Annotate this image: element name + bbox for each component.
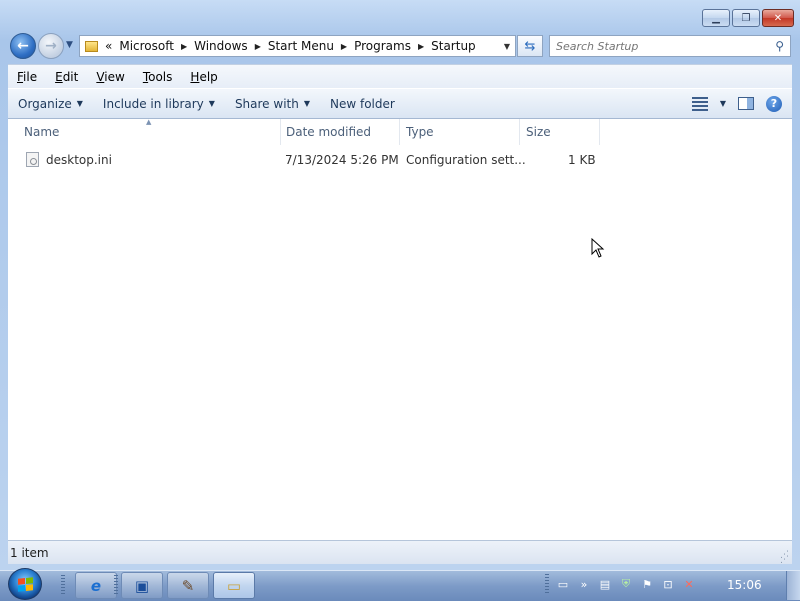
refresh-button[interactable]: ⇆: [517, 35, 543, 57]
back-button[interactable]: ←: [10, 33, 36, 59]
search-icon[interactable]: ⚲: [775, 39, 784, 53]
column-date-label: Date modified: [286, 125, 372, 139]
action-center-flag-icon[interactable]: ⚑: [640, 577, 654, 591]
breadcrumb-separator-icon[interactable]: ▶: [255, 42, 261, 51]
chevron-down-icon: ▼: [208, 99, 215, 108]
windows-logo-icon: [17, 576, 33, 592]
security-shield-icon[interactable]: ⛨: [619, 577, 633, 591]
breadcrumb-windows[interactable]: Windows: [194, 39, 248, 53]
menu-bar: File Edit View Tools Help: [8, 64, 792, 89]
organize-button[interactable]: Organize ▼: [8, 97, 93, 111]
tray-grip[interactable]: [545, 574, 549, 594]
organize-label: Organize: [18, 96, 72, 111]
taskbar-windows-explorer[interactable]: ▭: [213, 572, 255, 599]
close-button[interactable]: ✕: [762, 9, 794, 27]
column-name-label: Name: [24, 125, 60, 139]
menu-help-label: elp: [199, 70, 218, 84]
gimp-icon: ✎: [181, 576, 195, 595]
show-desktop-button[interactable]: [786, 571, 800, 600]
refresh-icon: ⇆: [524, 38, 536, 54]
breadcrumb-microsoft[interactable]: Microsoft: [119, 39, 174, 53]
help-icon[interactable]: ?: [766, 95, 782, 112]
column-header-type[interactable]: Type: [400, 119, 520, 145]
taskbar-gimp[interactable]: ✎: [167, 572, 209, 599]
taskbar-remote-desktop[interactable]: ▣: [121, 572, 163, 599]
breadcrumb-overflow[interactable]: «: [105, 39, 112, 53]
chevron-down-icon: ▼: [76, 99, 83, 108]
menu-edit-label: dit: [62, 70, 79, 84]
forward-button[interactable]: →: [38, 33, 64, 59]
include-in-library-button[interactable]: Include in library ▼: [93, 97, 225, 111]
forward-arrow-icon: →: [45, 38, 57, 54]
breadcrumb-start-menu[interactable]: Start Menu: [268, 39, 334, 53]
show-hidden-icons-icon[interactable]: »: [577, 577, 591, 591]
change-view-icon[interactable]: [691, 96, 708, 111]
file-name: desktop.ini: [46, 153, 112, 167]
taskbar-clock[interactable]: 15:06: [727, 578, 762, 592]
preview-pane-icon[interactable]: [738, 97, 754, 110]
document-icon[interactable]: ▤: [598, 577, 612, 591]
monitor-icon[interactable]: ▭: [556, 577, 570, 591]
column-header-date-modified[interactable]: Date modified: [280, 119, 400, 145]
windows-explorer-icon: ▭: [226, 576, 242, 595]
chevron-down-icon: ▼: [303, 99, 310, 108]
internet-explorer-icon: e: [90, 576, 102, 595]
address-bar[interactable]: « Microsoft ▶ Windows ▶ Start Menu ▶ Pro…: [79, 35, 516, 57]
breadcrumb-separator-icon[interactable]: ▶: [181, 42, 187, 51]
maximize-button[interactable]: ❐: [732, 9, 760, 27]
search-box[interactable]: ⚲: [549, 35, 791, 57]
menu-view[interactable]: View: [87, 70, 133, 84]
menu-help[interactable]: Help: [181, 70, 226, 84]
column-header-size[interactable]: Size: [520, 119, 600, 145]
menu-file[interactable]: File: [8, 70, 46, 84]
status-bar: 1 item: [8, 540, 792, 564]
breadcrumb-programs[interactable]: Programs: [354, 39, 411, 53]
mouse-cursor-icon: [591, 238, 605, 258]
minimize-button[interactable]: ▁: [702, 9, 730, 27]
file-size: 1 KB: [568, 153, 596, 167]
start-button[interactable]: [8, 568, 42, 600]
remote-desktop-icon: ▣: [134, 576, 150, 595]
column-type-label: Type: [406, 125, 434, 139]
recent-pages-dropdown[interactable]: ▼: [66, 40, 73, 50]
volume-muted-icon[interactable]: ✕: [682, 577, 696, 591]
new-folder-label: New folder: [330, 96, 395, 111]
share-with-label: Share with: [234, 96, 299, 111]
menu-file-label: ile: [23, 70, 38, 84]
file-list: Name ▲ Date modified Type Size desktop.i…: [8, 118, 792, 540]
caption-buttons: ▁ ❐ ✕: [702, 9, 794, 27]
menu-view-label: iew: [104, 70, 125, 84]
include-in-library-label: Include in library: [102, 96, 204, 111]
menu-tools-label: ools: [148, 70, 173, 84]
address-dropdown-icon[interactable]: ▼: [504, 42, 510, 51]
notification-area: ▭ » ▤ ⛨ ⚑ ⊡ ✕: [545, 574, 696, 594]
folder-icon: [85, 40, 98, 52]
column-size-label: Size: [526, 125, 551, 139]
table-row[interactable]: desktop.ini 7/13/2024 5:26 PM Configurat…: [8, 149, 608, 171]
network-icon[interactable]: ⊡: [661, 577, 675, 591]
file-date-modified: 7/13/2024 5:26 PM: [285, 153, 399, 167]
back-arrow-icon: ←: [17, 38, 29, 54]
view-controls: ▼ ?: [691, 95, 792, 112]
new-folder-button[interactable]: New folder: [320, 97, 405, 111]
breadcrumb-startup[interactable]: Startup: [431, 39, 476, 53]
share-with-button[interactable]: Share with ▼: [225, 97, 320, 111]
sort-ascending-icon: ▲: [146, 118, 152, 126]
breadcrumb-separator-icon[interactable]: ▶: [341, 42, 347, 51]
taskbar-internet-explorer[interactable]: e: [75, 572, 117, 599]
command-bar: Organize ▼ Include in library ▼ Share wi…: [8, 88, 792, 119]
taskbar-grip[interactable]: [114, 575, 118, 595]
breadcrumb-separator-icon[interactable]: ▶: [418, 42, 424, 51]
resize-grip-icon[interactable]: ⋰ ⋰: [780, 551, 790, 565]
view-options-dropdown-icon[interactable]: ▼: [720, 99, 726, 108]
menu-edit[interactable]: Edit: [46, 70, 87, 84]
taskbar-grip[interactable]: [61, 575, 65, 595]
settings-file-icon: [26, 152, 39, 167]
search-input[interactable]: [550, 38, 776, 54]
menu-edit-accesskey: E: [55, 70, 63, 84]
item-count: 1 item: [10, 545, 49, 560]
menu-tools[interactable]: Tools: [134, 70, 182, 84]
file-type: Configuration sett...: [406, 153, 526, 167]
